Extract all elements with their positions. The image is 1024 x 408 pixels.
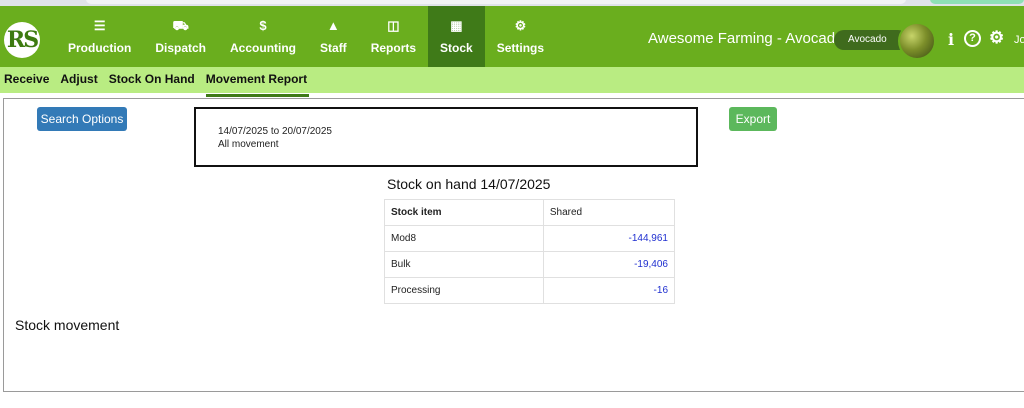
dollar-icon: $	[259, 17, 267, 33]
nav-item-staff[interactable]: ▲ Staff	[308, 6, 359, 67]
export-button[interactable]: Export	[729, 107, 777, 131]
table-row: Bulk -19,406	[384, 251, 676, 278]
nav-label: Staff	[320, 40, 347, 55]
nav-item-production[interactable]: ☰ Production	[56, 6, 143, 67]
stock-item-value[interactable]: -144,961	[542, 225, 676, 252]
stock-item-value[interactable]: -16	[542, 277, 676, 304]
stock-item-name: Bulk	[384, 251, 544, 278]
column-header-shared: Shared	[542, 199, 676, 226]
filter-movement-type: All movement	[218, 139, 279, 150]
crop-selector[interactable]: Avocado	[834, 30, 908, 50]
table-row: Processing -16	[384, 277, 676, 304]
avatar[interactable]	[898, 22, 936, 60]
gear-icon: ⚙	[514, 17, 527, 33]
column-header-stock-item: Stock item	[384, 199, 544, 226]
top-navigation-bar: RS ☰ Production ⛟ Dispatch $ Accounting …	[0, 6, 1024, 67]
subnav-adjust[interactable]: Adjust	[60, 72, 97, 88]
nav-label: Stock	[440, 40, 473, 55]
user-icon: ▲	[326, 17, 340, 33]
nav-item-dispatch[interactable]: ⛟ Dispatch	[143, 6, 218, 67]
nav-item-accounting[interactable]: $ Accounting	[218, 6, 308, 67]
subnav-stock-on-hand[interactable]: Stock On Hand	[109, 72, 195, 88]
nav-label: Settings	[496, 40, 545, 55]
nav-item-reports[interactable]: ◫ Reports	[359, 6, 428, 67]
subnav-movement-report[interactable]: Movement Report	[205, 72, 310, 97]
help-icon[interactable]: ?	[964, 30, 981, 47]
stock-on-hand-title: Stock on hand 14/07/2025	[387, 176, 551, 192]
farm-title: Awesome Farming - Avocados	[648, 30, 851, 47]
grid-icon: ▦	[450, 17, 463, 33]
stock-item-name: Processing	[384, 277, 544, 304]
report-panel: Search Options 14/07/2025 to 20/07/2025 …	[3, 98, 1024, 392]
search-options-button[interactable]: Search Options	[37, 107, 127, 131]
nav-label: Accounting	[230, 40, 297, 55]
info-icon[interactable]: i	[948, 30, 954, 49]
settings-gear-icon[interactable]: ⚙	[989, 28, 1004, 48]
filter-summary: 14/07/2025 to 20/07/2025 All movement	[194, 107, 698, 167]
nav-item-stock[interactable]: ▦ Stock	[428, 6, 485, 67]
truck-icon: ⛟	[172, 17, 189, 33]
main-nav: ☰ Production ⛟ Dispatch $ Accounting ▲ S…	[56, 6, 556, 67]
filter-date-range: 14/07/2025 to 20/07/2025	[218, 126, 332, 137]
browser-extension-pill[interactable]	[930, 0, 1024, 4]
address-bar[interactable]	[86, 0, 906, 4]
nav-label: Dispatch	[155, 40, 207, 55]
table-row: Mod8 -144,961	[384, 225, 676, 252]
stock-item-value[interactable]: -19,406	[542, 251, 676, 278]
stock-subnav: Receive Adjust Stock On Hand Movement Re…	[0, 67, 1024, 97]
nav-item-settings[interactable]: ⚙ Settings	[485, 6, 556, 67]
stock-item-name: Mod8	[384, 225, 544, 252]
users-icon: ☰	[93, 17, 106, 33]
brand-logo[interactable]: RS	[4, 22, 40, 58]
table-header-row: Stock item Shared	[384, 199, 676, 226]
subnav-receive[interactable]: Receive	[4, 72, 49, 88]
stock-movement-title: Stock movement	[15, 317, 120, 333]
columns-icon: ◫	[387, 17, 400, 33]
user-name[interactable]: Jo	[1014, 34, 1024, 46]
nav-label: Reports	[370, 40, 417, 55]
nav-label: Production	[68, 40, 132, 55]
stock-on-hand-table: Stock item Shared Mod8 -144,961 Bulk -19…	[384, 199, 676, 304]
